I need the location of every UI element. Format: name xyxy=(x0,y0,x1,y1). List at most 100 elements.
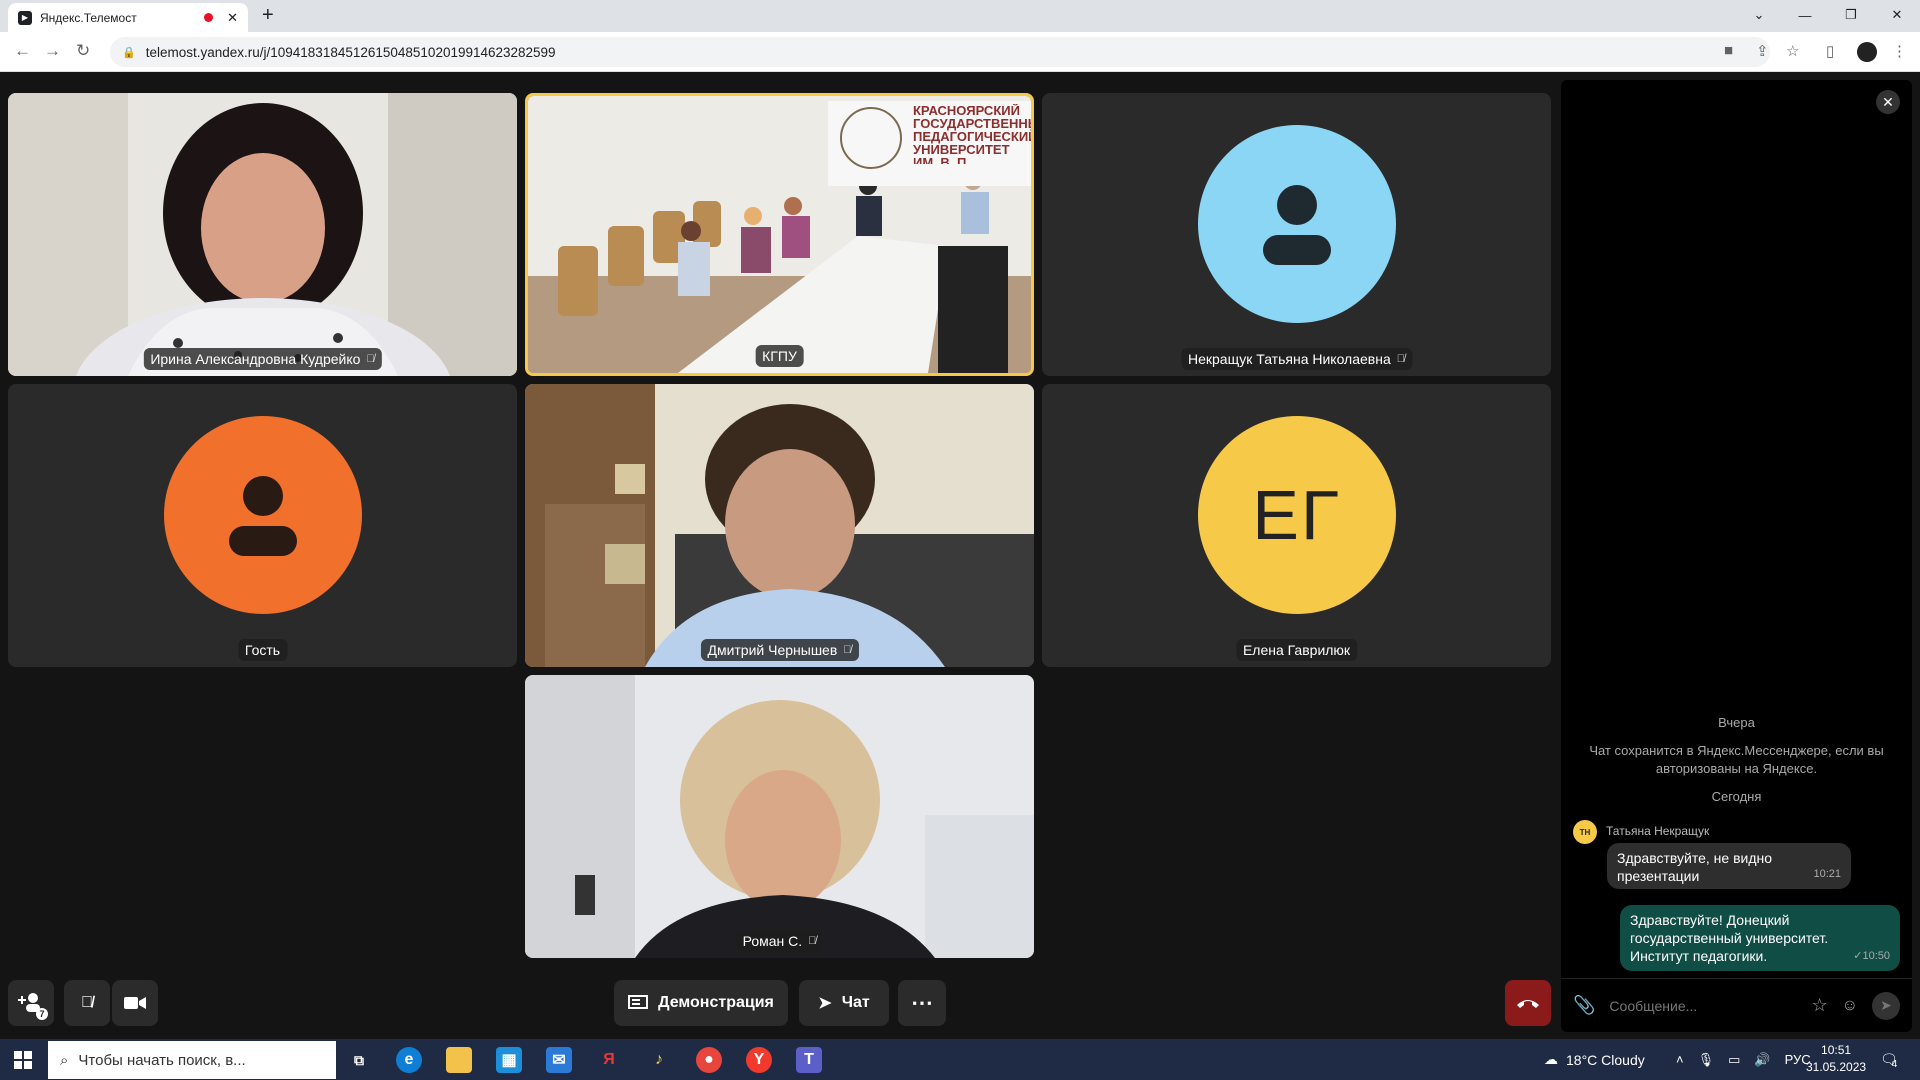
forward-button[interactable]: → xyxy=(44,41,61,61)
tab-search-icon[interactable]: ⌄ xyxy=(1736,0,1782,30)
chat-button[interactable]: ➤ Чат xyxy=(799,980,889,1026)
message-text: Здравствуйте, не видно презентации xyxy=(1617,850,1773,884)
screen-share-icon xyxy=(628,995,649,1009)
participant-tile[interactable]: Роман С. 🎙̸ xyxy=(525,675,1034,958)
university-sign: КРАСНОЯРСКИЙ ГОСУДАРСТВЕННЫЙ ПЕДАГОГИЧЕС… xyxy=(913,104,1031,164)
menu-icon[interactable]: ⋮ xyxy=(1892,42,1907,60)
participant-name-label: Роман С. 🎙̸ xyxy=(735,930,824,952)
participant-name: Елена Гаврилюк xyxy=(1242,642,1351,658)
hang-up-button[interactable] xyxy=(1505,980,1551,1026)
mail-icon[interactable]: ✉ xyxy=(546,1047,572,1073)
edge-icon[interactable]: e xyxy=(396,1047,422,1073)
chat-panel: ✕ Вчера Чат сохранится в Яндекс.Мессендж… xyxy=(1561,80,1912,1032)
camera-icon[interactable]: ■ xyxy=(1724,42,1733,59)
address-bar[interactable]: 🔒 telemost.yandex.ru/j/10941831845126150… xyxy=(110,37,1770,67)
participant-name: КГПУ xyxy=(762,348,797,364)
participant-initials: ЕГ xyxy=(1252,476,1341,554)
browser-tabbar: ▶ Яндекс.Телемост ✕ + ⌄ — ❐ ✕ xyxy=(0,0,1920,32)
send-button[interactable]: ➤ xyxy=(1872,991,1900,1020)
add-participant-button[interactable]: 7 xyxy=(8,980,54,1026)
weather-widget[interactable]: ☁ 18°C Cloudy xyxy=(1544,1039,1645,1080)
volume-icon[interactable]: 🔊 xyxy=(1754,1052,1770,1068)
task-view-icon[interactable]: ⧉ xyxy=(346,1047,372,1073)
more-icon: ⋯ xyxy=(911,990,933,1015)
file-explorer-icon[interactable] xyxy=(446,1047,472,1073)
yandex-icon[interactable]: Я xyxy=(596,1047,622,1073)
yandex-music-icon[interactable]: ♪ xyxy=(646,1047,672,1073)
participant-name-label: Дмитрий Чернышев 🎙̸ xyxy=(700,639,859,661)
side-panel-icon[interactable]: ▯ xyxy=(1826,42,1834,60)
new-tab-button[interactable]: + xyxy=(262,4,274,27)
profile-avatar[interactable] xyxy=(1857,42,1877,62)
minimize-button[interactable]: — xyxy=(1782,0,1828,30)
tab-title: Яндекс.Телемост xyxy=(40,10,137,25)
chat-message-outgoing: Здравствуйте! Донецкий государственный у… xyxy=(1620,905,1900,971)
weather-text: 18°C Cloudy xyxy=(1566,1051,1645,1068)
participant-tile[interactable]: Некращук Татьяна Николаевна 🎙̸ xyxy=(1042,93,1551,376)
message-input[interactable]: Сообщение... xyxy=(1609,998,1811,1014)
emoji-icon[interactable]: ☺ xyxy=(1842,997,1858,1015)
notification-count: 4 xyxy=(1891,1059,1898,1070)
camera-toggle-button[interactable] xyxy=(112,980,158,1026)
participant-name-label: Елена Гаврилюк xyxy=(1235,639,1358,661)
chat-date-separator: Вчера xyxy=(1718,715,1755,730)
participant-tile[interactable]: Дмитрий Чернышев 🎙̸ xyxy=(525,384,1034,667)
network-icon[interactable]: ▭ xyxy=(1728,1052,1740,1068)
participant-tile-active[interactable]: КРАСНОЯРСКИЙ ГОСУДАРСТВЕННЫЙ ПЕДАГОГИЧЕС… xyxy=(525,93,1034,376)
participant-avatar xyxy=(163,416,362,614)
participant-avatar xyxy=(1197,125,1396,323)
windows-start-icon[interactable] xyxy=(14,1051,32,1069)
chat-label: Чат xyxy=(841,994,870,1011)
mic-toggle-button[interactable]: 🎙̸ xyxy=(64,980,110,1026)
participant-tile[interactable]: Ирина Александровна Кудрейко 🎙̸ xyxy=(8,93,517,376)
maximize-button[interactable]: ❐ xyxy=(1828,0,1874,30)
participant-name-label: КГПУ xyxy=(755,345,804,367)
sender-avatar: ТН xyxy=(1573,820,1597,844)
reload-button[interactable]: ↻ xyxy=(76,41,90,61)
screen-share-button[interactable]: Демонстрация xyxy=(614,980,788,1026)
participant-avatar: ЕГ xyxy=(1197,416,1396,614)
participant-tile[interactable]: ЕГ Елена Гаврилюк xyxy=(1042,384,1551,667)
participant-video xyxy=(525,384,1034,667)
participant-name-label: Некращук Татьяна Николаевна 🎙̸ xyxy=(1180,348,1413,370)
browser-tab[interactable]: ▶ Яндекс.Телемост ✕ xyxy=(8,3,248,32)
attach-icon[interactable]: 📎 xyxy=(1573,995,1595,1016)
bookmark-star-icon[interactable]: ☆ xyxy=(1786,42,1799,60)
mic-off-icon: 🎙̸ xyxy=(843,644,852,656)
clock[interactable]: 10:51 31.05.2023 xyxy=(1806,1042,1866,1076)
lock-icon: 🔒 xyxy=(122,46,136,59)
taskbar-search[interactable]: ⌕ Чтобы начать поиск, в... xyxy=(48,1041,336,1079)
url-text: telemost.yandex.ru/j/1094183184512615048… xyxy=(145,44,556,60)
camera-icon xyxy=(124,997,146,1009)
favorite-icon[interactable]: ☆ xyxy=(1812,995,1828,1016)
back-button[interactable]: ← xyxy=(14,41,31,61)
mic-icon[interactable]: 🎙 xyxy=(1698,1052,1715,1068)
system-tray: ˄ 🎙 ▭ 🔊 РУС xyxy=(1676,1039,1811,1080)
chrome-icon[interactable]: ● xyxy=(696,1047,722,1073)
close-chat-button[interactable]: ✕ xyxy=(1876,90,1900,114)
sender-name: Татьяна Некращук xyxy=(1606,824,1710,838)
search-icon: ⌕ xyxy=(60,1051,69,1069)
more-options-button[interactable]: ⋯ xyxy=(898,980,946,1026)
participant-name: Ирина Александровна Кудрейко xyxy=(150,351,361,367)
tray-chevron-icon[interactable]: ˄ xyxy=(1676,1052,1684,1067)
participant-tile[interactable]: Гость xyxy=(8,384,517,667)
user-silhouette-icon xyxy=(1262,185,1331,265)
close-tab-icon[interactable]: ✕ xyxy=(227,10,238,26)
yandex-browser-icon[interactable]: Y xyxy=(746,1047,772,1073)
telemost-favicon-icon: ▶ xyxy=(18,10,32,25)
clock-time: 10:51 xyxy=(1821,1043,1852,1057)
notifications-button[interactable]: 🗨 4 xyxy=(1880,1039,1898,1080)
participant-name: Некращук Татьяна Николаевна xyxy=(1187,351,1391,367)
teams-icon[interactable]: T xyxy=(796,1047,822,1073)
share-icon[interactable]: ⇪ xyxy=(1756,42,1769,60)
windows-taskbar: ⌕ Чтобы начать поиск, в... ⧉ e ▦ ✉ Я ♪ ●… xyxy=(0,1039,1920,1080)
mic-off-icon: 🎙̸ xyxy=(366,353,375,365)
store-icon[interactable]: ▦ xyxy=(496,1047,522,1073)
search-placeholder: Чтобы начать поиск, в... xyxy=(78,1051,246,1069)
participant-name: Роман С. xyxy=(742,933,803,949)
chat-input-bar: 📎 Сообщение... ☆ ☺ ➤ xyxy=(1561,978,1912,1032)
close-window-button[interactable]: ✕ xyxy=(1874,0,1920,30)
message-text: Здравствуйте! Донецкий государственный у… xyxy=(1630,912,1829,964)
chat-message-incoming: Здравствуйте, не видно презентации 10:21 xyxy=(1607,843,1851,889)
